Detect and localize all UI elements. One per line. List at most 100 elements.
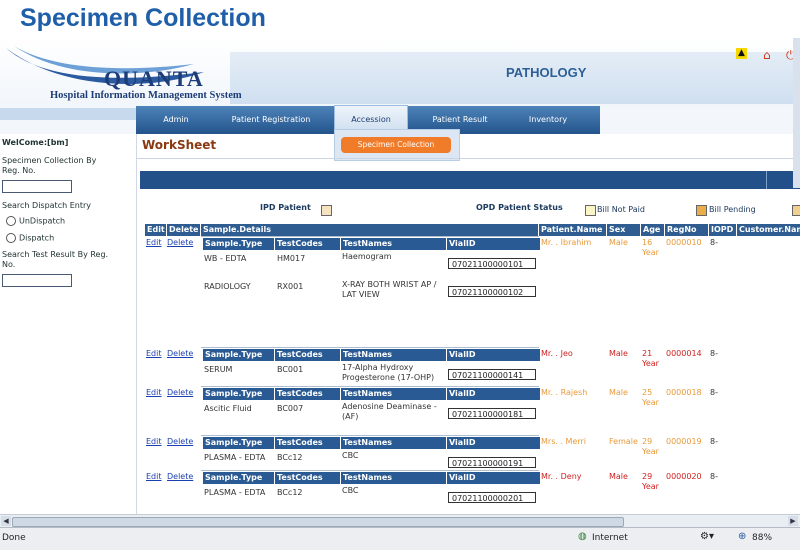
result-label: Search Test Result By Reg. No. [2, 250, 109, 269]
block-divider [201, 435, 539, 436]
menu-specimen-collection[interactable]: Specimen Collection [341, 137, 451, 153]
page-title: WorkSheet [142, 138, 217, 152]
accession-dropdown: Specimen Collection [334, 129, 460, 161]
sub-col-testnames: TestNames [341, 437, 447, 449]
patient-name: Mr. . Ibrahim [541, 238, 592, 247]
patient-sex: Male [609, 472, 628, 481]
patient-regno: 0000018 [666, 388, 702, 397]
delete-link[interactable]: Delete [167, 472, 193, 481]
legend-bill-pending: Bill Pending [709, 205, 756, 214]
legend-ipd: IPD Patient [260, 203, 311, 212]
dispatch-option[interactable]: Dispatch [6, 233, 54, 243]
patient-age: 21 Year [642, 349, 659, 368]
worksheet-table: Edit Delete Sample.Details Patient.Name … [145, 224, 800, 514]
sub-col-testcodes: TestCodes [275, 238, 341, 250]
nav-inventory[interactable]: Inventory [508, 106, 588, 134]
test-name: 17-Alpha Hydroxy Progesterone (17-OHP) [342, 363, 435, 382]
patient-name: Mr. . Jeo [541, 349, 573, 358]
horizontal-scrollbar[interactable]: ◀ ▶ [0, 514, 800, 527]
patient-iopd: 8- [710, 437, 718, 446]
test-name: X-RAY BOTH WRIST AP / LAT VIEW [342, 280, 437, 299]
sub-col-vialid: VialID [447, 349, 541, 361]
edit-link[interactable]: Edit [146, 437, 162, 446]
test-code: BC007 [277, 404, 304, 413]
patient-regno: 0000019 [666, 437, 702, 446]
protected-mode-icon[interactable]: ⚙▾ [700, 531, 714, 542]
sub-col-vialid: VialID [447, 238, 541, 250]
browser-viewport: QUANTA Hospital Information Management S… [0, 38, 800, 550]
edit-link[interactable]: Edit [146, 238, 162, 247]
vial-id-field[interactable]: 07021100000141 [448, 369, 536, 380]
scroll-right-icon[interactable]: ▶ [788, 516, 798, 526]
sub-col-testcodes: TestCodes [275, 472, 341, 484]
home-up-icon[interactable]: ▲ [736, 48, 747, 59]
col-regno: RegNo [665, 224, 709, 236]
col-sex: Sex [607, 224, 641, 236]
sub-col-testnames: TestNames [341, 472, 447, 484]
patient-name: Mr. . Rajesh [541, 388, 588, 397]
delete-link[interactable]: Delete [167, 388, 193, 397]
undispatch-radio[interactable] [6, 216, 16, 226]
patient-age: 29 Year [642, 472, 659, 491]
vertical-scrollbar[interactable] [793, 38, 800, 188]
slide-title-bar: Specimen Collection [0, 0, 800, 38]
sub-col-testcodes: TestCodes [275, 437, 341, 449]
sub-col-testnames: TestNames [341, 238, 447, 250]
collection-regno-input[interactable] [2, 180, 72, 193]
collection-label: Specimen Collection By Reg. No. [2, 156, 97, 175]
col-edit: Edit [145, 224, 167, 236]
patient-sex: Female [609, 437, 638, 446]
home-icon[interactable]: ⌂ [763, 48, 771, 62]
sample-type: RADIOLOGY [204, 282, 251, 291]
patient-age: 29 Year [642, 437, 659, 456]
nav-admin[interactable]: Admin [136, 106, 216, 134]
block-divider [201, 236, 539, 237]
slide-title: Specimen Collection [20, 4, 266, 32]
patient-sex: Male [609, 388, 628, 397]
nav-patient-registration[interactable]: Patient Registration [216, 106, 326, 134]
sample-type: Ascitic Fluid [204, 404, 252, 413]
patient-regno: 0000020 [666, 472, 702, 481]
status-text: Done [2, 533, 26, 543]
zoom-level[interactable]: 88% [752, 533, 772, 543]
result-regno-input[interactable] [2, 274, 72, 287]
delete-link[interactable]: Delete [167, 238, 193, 247]
scroll-thumb[interactable] [12, 517, 624, 527]
welcome-text: WelCome:[bm] [2, 138, 69, 147]
patient-sex: Male [609, 349, 628, 358]
vial-id-field[interactable]: 07021100000102 [448, 286, 536, 297]
vial-id-field[interactable]: 07021100000101 [448, 258, 536, 269]
sub-col-sample-type: Sample.Type [203, 238, 275, 250]
internet-zone-icon: ◍ [578, 531, 587, 542]
patient-age: 25 Year [642, 388, 659, 407]
ipd-swatch [321, 205, 332, 216]
test-name: CBC [342, 451, 359, 460]
undispatch-option[interactable]: UnDispatch [6, 216, 65, 226]
legend-opd-status: OPD Patient Status [476, 203, 563, 212]
delete-link[interactable]: Delete [167, 437, 193, 446]
logo-subtitle: Hospital Information Management System [50, 90, 242, 101]
vial-id-field[interactable]: 07021100000181 [448, 408, 536, 419]
delete-link[interactable]: Delete [167, 349, 193, 358]
col-age: Age [641, 224, 665, 236]
patient-iopd: 8- [710, 388, 718, 397]
toolbar-band [140, 171, 800, 189]
col-patient-name: Patient.Name [539, 224, 607, 236]
sub-col-testnames: TestNames [341, 349, 447, 361]
col-iopd: IOPD [709, 224, 737, 236]
test-name: Haemogram [342, 252, 392, 261]
edit-link[interactable]: Edit [146, 388, 162, 397]
scroll-left-icon[interactable]: ◀ [1, 516, 11, 526]
col-customer-name: Customer.Name [737, 224, 800, 236]
edit-link[interactable]: Edit [146, 349, 162, 358]
sample-type: PLASMA - EDTA [204, 488, 266, 497]
zoom-icon[interactable]: ⊕ [738, 531, 746, 542]
sub-col-vialid: VialID [447, 437, 541, 449]
sub-col-vialid: VialID [447, 388, 541, 400]
sidebar: WelCome:[bm] Specimen Collection By Reg.… [0, 134, 137, 514]
edit-link[interactable]: Edit [146, 472, 162, 481]
dispatch-radio[interactable] [6, 233, 16, 243]
vial-id-field[interactable]: 07021100000191 [448, 457, 536, 468]
sub-col-sample-type: Sample.Type [203, 349, 275, 361]
vial-id-field[interactable]: 07021100000201 [448, 492, 536, 503]
